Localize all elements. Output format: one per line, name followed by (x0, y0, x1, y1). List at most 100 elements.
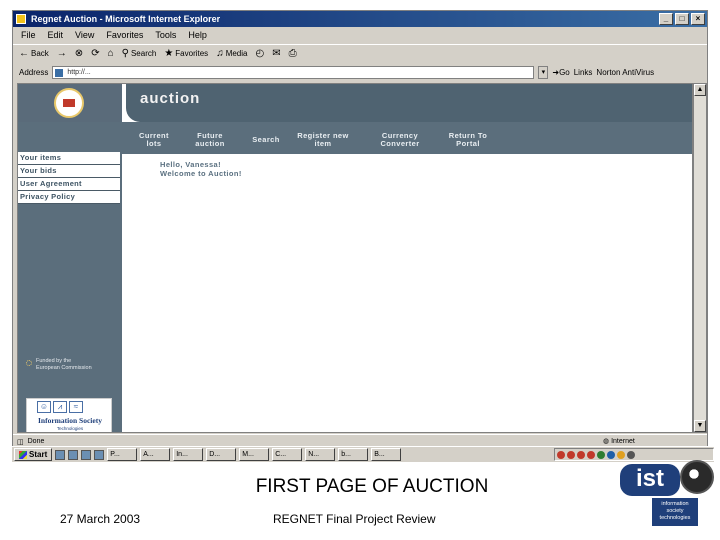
window-controls: _ □ × (659, 13, 705, 25)
stop-button[interactable]: ⊗ (75, 48, 83, 59)
quicklaunch-ie-icon[interactable] (68, 449, 79, 460)
task-button[interactable]: C... (272, 448, 303, 461)
sidebar-links: Your items Your bids User Agreement Priv… (18, 152, 122, 204)
nav-return-to-portal[interactable]: Return To Portal (442, 132, 494, 148)
auction-title: auction (140, 90, 201, 107)
print-button[interactable]: ⎙ (289, 48, 297, 59)
task-button[interactable]: B... (371, 448, 402, 461)
title-bar: Regnet Auction - Microsoft Internet Expl… (13, 11, 707, 27)
back-arrow-icon: ← (19, 48, 29, 59)
auction-banner: auction (126, 84, 692, 122)
address-value: http://... (67, 68, 91, 76)
nav-search[interactable]: Search (244, 136, 288, 144)
search-button[interactable]: ⚲ Search (122, 48, 157, 59)
scroll-up-icon[interactable]: ▲ (694, 84, 706, 96)
quicklaunch-media-icon[interactable] (94, 449, 105, 460)
task-button[interactable]: M... (239, 448, 270, 461)
search-icon: ⚲ (121, 48, 129, 59)
page-content: auction Current lots Future auction Search… (17, 83, 693, 433)
ie-icon (16, 14, 26, 24)
menu-view[interactable]: View (75, 27, 94, 43)
site-header: auction (18, 84, 692, 122)
maximize-button[interactable]: □ (675, 13, 689, 25)
sidebar-item-privacy-policy[interactable]: Privacy Policy (18, 191, 120, 204)
media-button[interactable]: ♫ Media (216, 48, 247, 59)
globe-icon (680, 460, 714, 494)
regnet-logo-icon[interactable] (54, 88, 84, 118)
nav-current-lots[interactable]: Current lots (132, 132, 176, 148)
task-button[interactable]: b... (338, 448, 369, 461)
minimize-button[interactable]: _ (659, 13, 673, 25)
tray-icon[interactable] (557, 450, 565, 459)
norton-antivirus[interactable]: Norton AntiVirus (596, 68, 654, 77)
favorites-icon: ★ (164, 48, 174, 59)
favorites-button[interactable]: ★ Favorites (164, 48, 208, 59)
menu-bar: File Edit View Favorites Tools Help (13, 27, 707, 43)
nav-register-new-item[interactable]: Register new item (290, 132, 356, 148)
nav-currency-converter[interactable]: Currency Converter (370, 132, 430, 148)
forward-button[interactable]: → (57, 48, 67, 59)
links-label[interactable]: Links (574, 68, 593, 77)
menu-file[interactable]: File (21, 27, 36, 43)
tile-wave-icon: ≈ (69, 401, 83, 413)
window-title: Regnet Auction - Microsoft Internet Expl… (31, 14, 221, 24)
footer-review: REGNET Final Project Review (273, 512, 436, 526)
refresh-button[interactable]: ⟳ (91, 48, 99, 59)
mail-icon: ✉ (272, 48, 281, 59)
ist-logo: ist information society technologies (614, 456, 718, 528)
forward-arrow-icon: → (56, 48, 67, 59)
go-button[interactable]: ➜Go (552, 68, 569, 77)
home-icon: ⌂ (107, 48, 114, 59)
browser-window: Regnet Auction - Microsoft Internet Expl… (12, 10, 708, 447)
start-button[interactable]: Start (14, 448, 53, 461)
ist-wordmark: ist (620, 464, 680, 496)
address-input[interactable]: http://... (52, 65, 535, 79)
quicklaunch-desktop-icon[interactable] (55, 449, 66, 460)
tile-people-icon: ☺ (37, 401, 51, 413)
site-logo-box (18, 84, 122, 122)
tray-icon[interactable] (567, 450, 575, 459)
sidebar-item-your-bids[interactable]: Your bids (18, 165, 120, 178)
menu-tools[interactable]: Tools (155, 27, 176, 43)
print-icon: ⎙ (288, 48, 297, 59)
task-button[interactable]: N... (305, 448, 336, 461)
windows-logo-icon (19, 450, 27, 459)
task-button[interactable]: A... (140, 448, 171, 461)
task-button[interactable]: P... (107, 448, 138, 461)
back-button[interactable]: ← Back (19, 48, 49, 59)
footer-date: 27 March 2003 (60, 512, 141, 526)
menu-favorites[interactable]: Favorites (106, 27, 143, 43)
vertical-scrollbar[interactable]: ▲ ▼ (693, 83, 707, 433)
infosoc-title: Information Society (38, 416, 102, 425)
slide-caption: FIRST PAGE OF AUCTION (255, 476, 489, 497)
home-button[interactable]: ⌂ (108, 48, 114, 59)
address-bar: Address http://... ▾ ➜Go Links Norton An… (13, 63, 707, 81)
history-icon: ◴ (255, 48, 265, 59)
menu-help[interactable]: Help (188, 27, 207, 43)
ist-subtitle: information society technologies (652, 498, 698, 526)
mail-button[interactable]: ✉ (272, 48, 280, 59)
welcome-message: Hello, Vanessa! Welcome to Auction! (160, 160, 242, 178)
status-text: Done (27, 438, 45, 445)
tray-icon[interactable] (577, 450, 585, 459)
scroll-down-icon[interactable]: ▼ (694, 420, 706, 432)
nav-future-auction[interactable]: Future auction (188, 132, 232, 148)
sidebar-item-your-items[interactable]: Your items (18, 152, 120, 165)
tile-chart-icon: ⩘ (53, 401, 67, 413)
sidebar-item-user-agreement[interactable]: User Agreement (18, 178, 120, 191)
task-button[interactable]: D... (206, 448, 237, 461)
history-button[interactable]: ◴ (255, 48, 264, 59)
close-button[interactable]: × (691, 13, 705, 25)
tray-icon[interactable] (597, 450, 605, 459)
address-dropdown[interactable]: ▾ (538, 65, 549, 79)
refresh-icon: ⟳ (91, 48, 100, 59)
information-society-logo[interactable]: ☺ ⩘ ≈ Information Society Technologies (26, 398, 112, 432)
tray-icon[interactable] (587, 450, 595, 459)
task-button[interactable]: In... (173, 448, 204, 461)
infosoc-tiles: ☺ ⩘ ≈ (37, 401, 83, 413)
menu-edit[interactable]: Edit (48, 27, 64, 43)
quicklaunch-outlook-icon[interactable] (81, 449, 92, 460)
funded-notice: Funded by the European Commission (26, 358, 92, 372)
status-page-icon: ◫ (17, 438, 24, 446)
slide: 93 Regnet Auction - Microsoft Internet E… (0, 0, 720, 540)
